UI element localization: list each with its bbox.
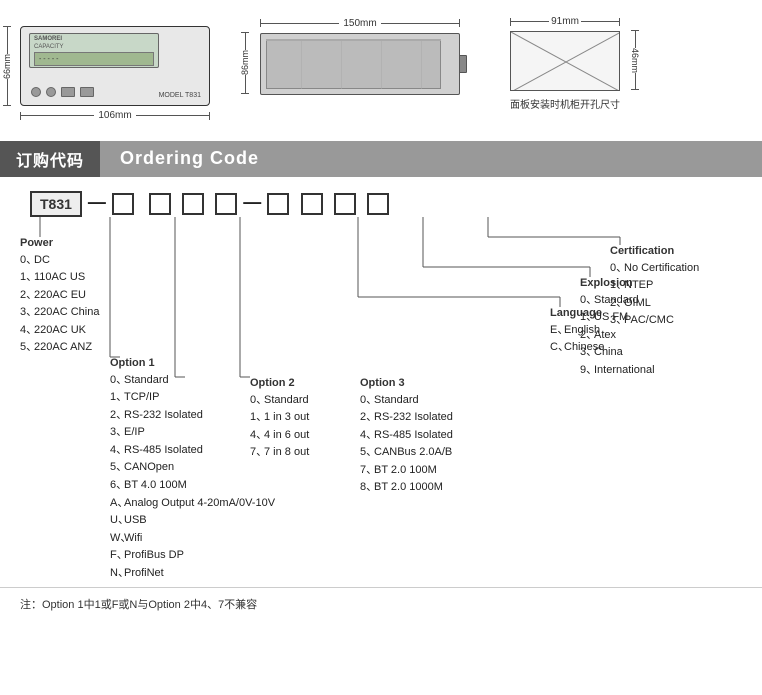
note-text: 注：Option 1中1或F或N与Option 2中4、7不兼容: [20, 599, 257, 611]
ordering-header: 订购代码 Ordering Code: [0, 141, 762, 177]
front-width-dim: 106mm: [94, 110, 135, 121]
option1-title: Option 1: [110, 357, 275, 369]
option3-section: Option 3 0、Standard 2、RS-232 Isolated 4、…: [360, 377, 453, 498]
option3-title: Option 3: [360, 377, 453, 389]
front-height-dim: 66mm: [2, 54, 12, 79]
panel-height-dim: 46mm: [630, 48, 640, 73]
power-item-4: 4、220AC UK: [20, 322, 99, 340]
code-square-7: [334, 193, 356, 215]
ordering-header-en: Ordering Code: [100, 141, 762, 177]
power-title: Power: [20, 237, 99, 249]
panel-diagram: 91mm 46mm 面板安装时机柜开孔尺寸: [510, 16, 660, 111]
front-device-box: SAMOREI CAPACITY - - - - - MODEL T831: [20, 26, 210, 106]
side-diagram: 150mm 86mm: [260, 16, 480, 95]
side-width-dim: 150mm: [339, 18, 380, 29]
front-diagram: 66mm SAMOREI CAPACITY - - - - -: [20, 16, 230, 123]
power-item-5: 5、220AC ANZ: [20, 339, 99, 357]
ordering-header-cn: 订购代码: [0, 141, 100, 177]
option2-section: Option 2 0、Standard 1、1 in 3 out 4、4 in …: [250, 377, 309, 462]
model-code: T831: [30, 191, 82, 217]
power-item-0: 0、DC: [20, 252, 99, 270]
panel-caption: 面板安装时机柜开孔尺寸: [510, 96, 620, 111]
code-square-8: [367, 193, 389, 215]
certification-title: Certification: [610, 245, 699, 257]
code-diagram: T831 — —: [0, 177, 762, 587]
code-square-1: [112, 193, 134, 215]
certification-section: Certification 0、No Certification 1、NTEP …: [610, 245, 699, 330]
code-square-4: [215, 193, 237, 215]
code-square-2: [149, 193, 171, 215]
diagrams-section: 66mm SAMOREI CAPACITY - - - - -: [0, 0, 762, 133]
note-section: 注：Option 1中1或F或N与Option 2中4、7不兼容: [0, 587, 762, 620]
option2-title: Option 2: [250, 377, 309, 389]
front-model-label: MODEL T831: [159, 92, 201, 99]
side-height-dim: 86mm: [240, 50, 250, 75]
power-item-3: 3、220AC China: [20, 304, 99, 322]
power-item-2: 2、220AC EU: [20, 287, 99, 305]
code-square-5: [267, 193, 289, 215]
code-square-6: [301, 193, 323, 215]
panel-width-dim: 91mm: [549, 16, 581, 27]
code-square-3: [182, 193, 204, 215]
ordering-section: 订购代码 Ordering Code T831 — —: [0, 141, 762, 587]
power-section: Power 0、DC 1、110AC US 2、220AC EU 3、220AC…: [20, 237, 99, 358]
power-item-1: 1、110AC US: [20, 269, 99, 287]
